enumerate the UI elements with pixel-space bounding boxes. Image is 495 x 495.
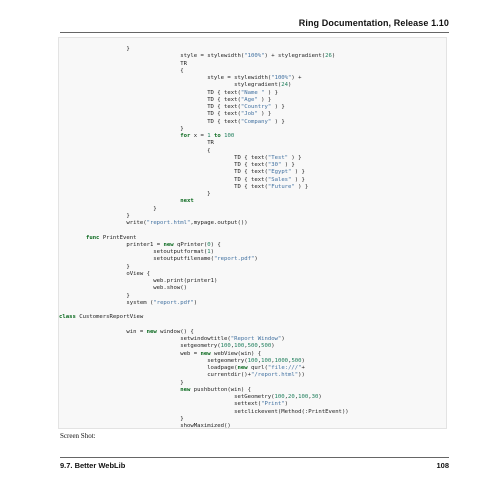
code-line: oView { <box>126 270 150 277</box>
footer-section-title: 9.7. Better WebLib <box>60 461 126 470</box>
code-line: TD { text("Egypt" ) } <box>234 169 305 176</box>
code-line: web.show() <box>153 285 188 292</box>
running-title: Ring Documentation, Release 1.10 <box>298 18 449 28</box>
code-line: TD { text("30" ) } <box>234 162 295 168</box>
code-line: setwindowtitle("Report Window") <box>180 336 285 342</box>
code-line: setoutputfilename("report.pdf") <box>153 256 258 263</box>
code-line: setclickevent(Method(:PrintEvent)) <box>234 408 349 415</box>
code-line: TD { text("Sales" ) } <box>234 176 305 183</box>
code-line: for x = 1 to 100 <box>180 133 235 139</box>
code-line: TR <box>180 60 187 67</box>
code-line: setoutputformat(1) <box>153 249 214 255</box>
code-line: style = stylewidth("100%") + stylegradie… <box>180 53 336 60</box>
code-line: TD { text("Test" ) } <box>234 154 302 161</box>
code-line: loadpage(new qurl("file:///"+ <box>207 365 305 371</box>
code-line: func PrintEvent <box>85 234 137 241</box>
code-line: win = new window() { <box>126 328 194 335</box>
code-line: } <box>59 46 130 52</box>
code-line: web = new webView(win) { <box>180 350 262 357</box>
code-line: new pushbutton(win) { <box>180 386 252 393</box>
code-line: printer1 = new qPrinter(0) { <box>126 241 221 248</box>
code-line: stylegradient(24) <box>234 82 292 89</box>
code-line: { <box>59 67 184 74</box>
code-block: } style = stylewidth("100%") + stylegrad… <box>58 37 447 429</box>
header-divider <box>60 32 449 33</box>
code-line: class CustomersReportView <box>59 314 144 321</box>
footer-page-number: 108 <box>436 461 449 470</box>
page-header: Ring Documentation, Release 1.10 <box>60 18 449 32</box>
code-line: TR <box>207 140 214 147</box>
code-line: } <box>59 415 184 422</box>
code-line: setgeometry(100,100,500,500) <box>180 343 275 350</box>
code-line: showMaximized() <box>180 423 231 429</box>
code-line: TD { text("Company" ) } <box>207 118 285 125</box>
code-line: } <box>59 379 184 386</box>
code-line: next <box>180 198 194 205</box>
code-line: write("report.html",mypage.output()) <box>126 220 248 226</box>
code-line: TD { text("Job" ) } <box>207 111 272 118</box>
code-line: settext("Print") <box>234 401 289 408</box>
code-line: } <box>59 292 130 299</box>
code-line: TD { text("Country" ) } <box>207 104 285 110</box>
screen-shot-caption: Screen Shot: <box>60 432 96 440</box>
code-line: TD { text("Age" ) } <box>207 96 272 103</box>
footer-divider <box>60 457 449 458</box>
code-line: } <box>59 205 157 212</box>
code-line: web.print(printer1) <box>153 278 218 284</box>
code-line: } <box>59 212 130 219</box>
code-line: setGeometry(100,20,100,30) <box>234 394 322 400</box>
code-line: TD { text("Future" ) } <box>234 183 309 190</box>
code-line: currentdir()+"/report.html")) <box>207 372 305 379</box>
code-line: } <box>59 125 184 132</box>
code-listing: } style = stylewidth("100%") + stylegrad… <box>59 46 446 429</box>
code-line: setgeometry(100,100,1000,500) <box>207 357 305 364</box>
code-line: style = stylewidth("100%") + <box>207 75 302 81</box>
code-line: } <box>59 263 130 270</box>
code-line: system ("report.pdf") <box>126 299 198 306</box>
code-line: } <box>59 191 211 197</box>
code-line: TD { text("Name " ) } <box>207 89 278 96</box>
code-line: { <box>59 147 211 154</box>
